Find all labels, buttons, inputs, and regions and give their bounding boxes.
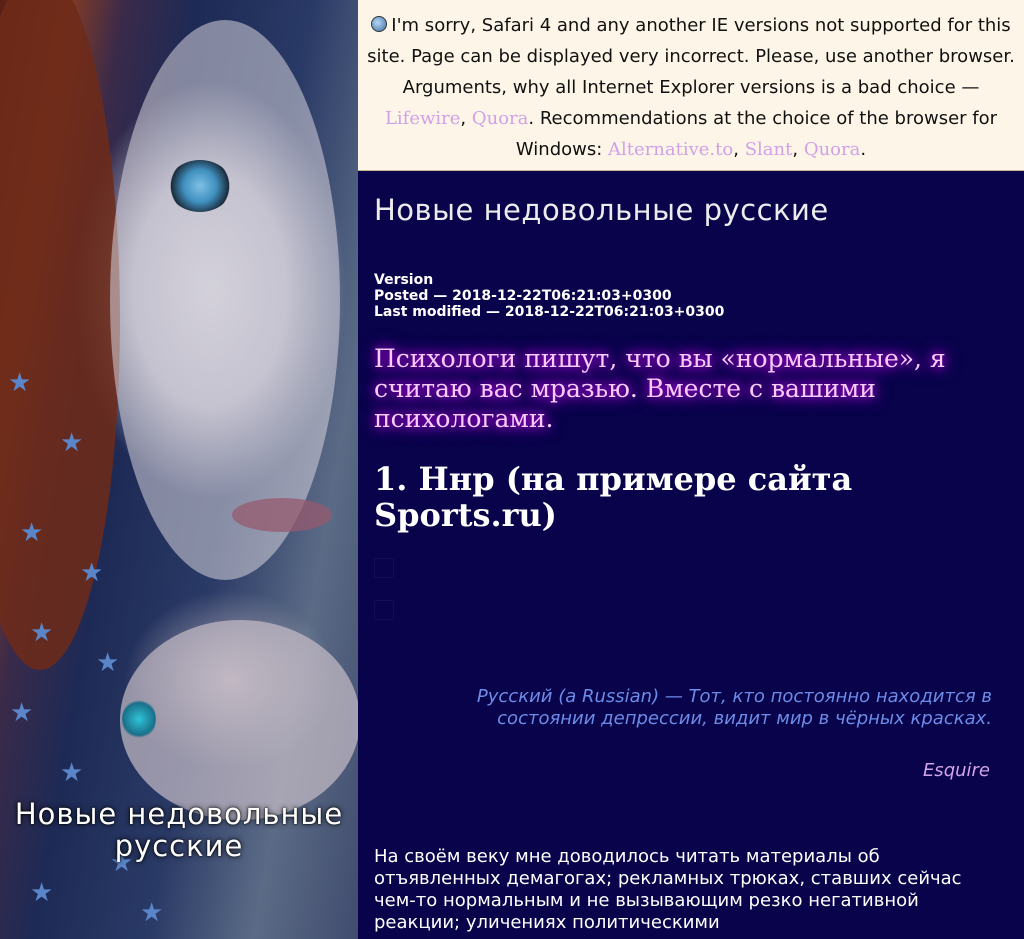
star-icon: ★ (8, 368, 32, 398)
star-icon: ★ (60, 428, 84, 458)
notice-separator: , (792, 139, 799, 160)
globe-icon (371, 16, 388, 32)
sidebar-photo: ★ ★ ★ ★ ★ ★ ★ ★ ★ ★ ★ Новые недовольные … (0, 0, 358, 939)
star-icon: ★ (96, 648, 120, 678)
alternative-to-link[interactable]: Alternative.to (608, 139, 733, 160)
photo-face (110, 20, 340, 580)
lifewire-link[interactable]: Lifewire (385, 108, 460, 129)
star-icon: ★ (140, 898, 164, 928)
section-heading: 1. Ннр (на примере сайта Sports.ru) (374, 460, 853, 534)
post-meta: Version Posted — 2018-12-22T06:21:03+030… (374, 272, 724, 320)
modified-date: Last modified — 2018-12-22T06:21:03+0300 (374, 304, 725, 320)
quora-link-2[interactable]: Quora (804, 139, 861, 160)
notice-separator: , (733, 139, 739, 160)
star-icon: ★ (80, 558, 104, 588)
version-label: Version (374, 272, 434, 288)
placeholder-box (374, 600, 394, 620)
page-title: Новые недовольные русские (374, 193, 829, 227)
body-paragraph: На своём веку мне доводилось читать мате… (374, 846, 962, 933)
notice-text: . (860, 139, 867, 160)
photo-lips (232, 498, 332, 532)
photo-ring (122, 698, 156, 740)
star-icon: ★ (60, 758, 84, 788)
slant-link[interactable]: Slant (745, 139, 793, 160)
epigraph-quote: Русский (a Russian) — Тот, кто постоянно… (476, 686, 992, 729)
quote-source: Esquire (922, 760, 990, 781)
quora-link[interactable]: Quora (472, 108, 529, 129)
placeholder-box (374, 558, 394, 578)
photo-eye (168, 160, 232, 212)
star-icon: ★ (20, 518, 44, 548)
lead-text: Психологи пишут, что вы «нормальные», я … (374, 344, 946, 433)
posted-date: Posted — 2018-12-22T06:21:03+0300 (374, 288, 672, 304)
notice-separator: , (460, 108, 467, 129)
sidebar-title: Новые недовольные русские (14, 797, 344, 863)
star-icon: ★ (30, 618, 54, 648)
star-icon: ★ (10, 698, 34, 728)
browser-notice: I'm sorry, Safari 4 and any another IE v… (358, 0, 1024, 171)
star-icon: ★ (30, 878, 54, 908)
notice-text: I'm sorry, Safari 4 and any another IE v… (367, 15, 1015, 98)
